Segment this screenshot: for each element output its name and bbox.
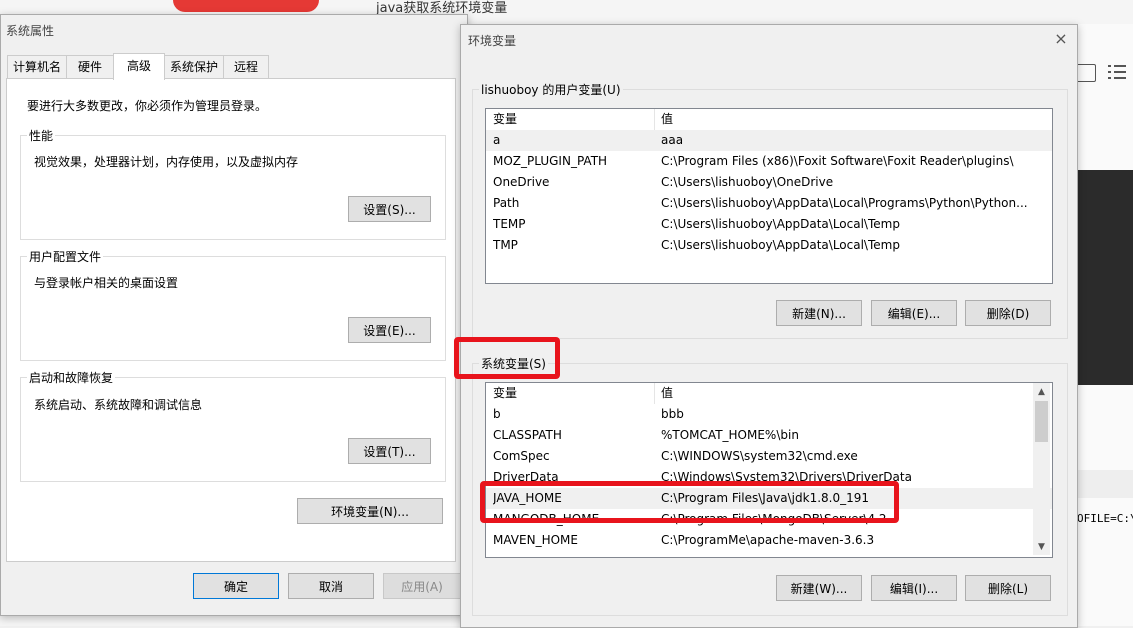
list-icon[interactable] xyxy=(1108,64,1126,80)
variable-name: TMP xyxy=(493,238,518,252)
system-edit-button[interactable]: 编辑(I)... xyxy=(871,575,957,601)
variable-name: a xyxy=(493,133,501,147)
background-code-block xyxy=(1076,170,1133,385)
annotation-highlight-system-variables xyxy=(454,337,560,379)
variable-value: aaa xyxy=(661,133,684,147)
user-new-button[interactable]: 新建(N)... xyxy=(776,300,862,326)
user-profile-description: 与登录帐户相关的桌面设置 xyxy=(34,276,179,290)
system-delete-button[interactable]: 删除(L) xyxy=(965,575,1051,601)
variable-value: C:\ProgramMe\apache-maven-3.6.3 xyxy=(661,533,875,547)
column-header-variable[interactable]: 变量 xyxy=(493,109,653,130)
admin-note: 要进行大多数更改，你必须作为管理员登录。 xyxy=(27,99,268,113)
user-profile-settings-button[interactable]: 设置(E)... xyxy=(348,317,431,343)
performance-legend: 性能 xyxy=(27,127,56,144)
system-variable-row[interactable]: ComSpec C:\WINDOWS\system32\cmd.exe xyxy=(486,446,1052,467)
user-profile-group xyxy=(20,256,446,361)
scroll-down-icon[interactable]: ▼ xyxy=(1036,541,1047,553)
apply-button[interactable]: 应用(A) xyxy=(383,573,461,599)
tab-remote[interactable]: 远程 xyxy=(223,55,269,78)
startup-recovery-settings-button[interactable]: 设置(T)... xyxy=(348,438,431,464)
variable-name: TEMP xyxy=(493,217,526,231)
background-code-fragment: OFILE=C:\ xyxy=(1077,512,1133,525)
column-header-value[interactable]: 值 xyxy=(661,383,1041,404)
performance-settings-button[interactable]: 设置(S)... xyxy=(348,196,431,222)
user-variables-legend: lishuoboy 的用户变量(U) xyxy=(479,81,623,98)
close-icon[interactable]: × xyxy=(1053,31,1069,47)
variable-name: CLASSPATH xyxy=(493,428,562,442)
scrollbar-thumb[interactable] xyxy=(1035,401,1048,442)
user-variable-row[interactable]: a aaa xyxy=(486,130,1052,151)
annotation-highlight-java-home xyxy=(480,481,899,523)
system-variable-row[interactable]: CLASSPATH %TOMCAT_HOME%\bin xyxy=(486,425,1052,446)
scroll-up-icon[interactable]: ▲ xyxy=(1036,386,1047,398)
performance-group xyxy=(20,135,446,240)
user-variable-row[interactable]: TMP C:\Users\lishuoboy\AppData\Local\Tem… xyxy=(486,235,1052,256)
user-profile-legend: 用户配置文件 xyxy=(27,248,104,265)
performance-description: 视觉效果，处理器计划，内存使用，以及虚拟内存 xyxy=(34,155,299,169)
variable-value: %TOMCAT_HOME%\bin xyxy=(661,428,799,442)
background-red-button[interactable] xyxy=(173,0,319,12)
cancel-button[interactable]: 取消 xyxy=(288,573,374,599)
column-header-value[interactable]: 值 xyxy=(661,109,1041,130)
user-variable-row[interactable]: TEMP C:\Users\lishuoboy\AppData\Local\Te… xyxy=(486,214,1052,235)
variable-value: C:\Users\lishuoboy\AppData\Local\Program… xyxy=(661,196,1028,210)
column-separator[interactable] xyxy=(654,383,655,404)
system-variable-row[interactable]: b bbb xyxy=(486,404,1052,425)
startup-recovery-legend: 启动和故障恢复 xyxy=(27,369,116,386)
system-variables-header: 变量 值 xyxy=(486,383,1052,404)
system-variables-list[interactable]: 变量 值 b bbb CLASSPATH %TOMCAT_HOME%\bin C… xyxy=(485,382,1053,558)
user-variables-list[interactable]: 变量 值 a aaa MOZ_PLUGIN_PATH C:\Program Fi… xyxy=(485,108,1053,284)
variable-name: ComSpec xyxy=(493,449,550,463)
user-variable-row[interactable]: Path C:\Users\lishuoboy\AppData\Local\Pr… xyxy=(486,193,1052,214)
user-variables-header: 变量 值 xyxy=(486,109,1052,130)
user-edit-button[interactable]: 编辑(E)... xyxy=(871,300,957,326)
background-divider xyxy=(1076,470,1133,498)
user-variable-row[interactable]: MOZ_PLUGIN_PATH C:\Program Files (x86)\F… xyxy=(486,151,1052,172)
variable-value: C:\Users\lishuoboy\AppData\Local\Temp xyxy=(661,238,900,252)
column-separator[interactable] xyxy=(654,109,655,130)
user-variable-row[interactable]: OneDrive C:\Users\lishuoboy\OneDrive xyxy=(486,172,1052,193)
tab-hardware[interactable]: 硬件 xyxy=(66,55,114,78)
tab-advanced[interactable]: 高级 xyxy=(113,53,165,80)
variable-name: MAVEN_HOME xyxy=(493,533,578,547)
variable-name: b xyxy=(493,407,501,421)
environment-variables-button[interactable]: 环境变量(N)... xyxy=(297,498,443,524)
variable-name: Path xyxy=(493,196,520,210)
system-new-button[interactable]: 新建(W)... xyxy=(776,575,862,601)
variable-value: C:\Users\lishuoboy\OneDrive xyxy=(661,175,834,189)
user-delete-button[interactable]: 删除(D) xyxy=(965,300,1051,326)
system-properties-title: 系统属性 xyxy=(6,24,55,38)
variable-name: OneDrive xyxy=(493,175,550,189)
system-variable-row[interactable]: MAVEN_HOME C:\ProgramMe\apache-maven-3.6… xyxy=(486,530,1052,551)
variable-value: C:\Users\lishuoboy\AppData\Local\Temp xyxy=(661,217,900,231)
tab-computer-name[interactable]: 计算机名 xyxy=(7,55,67,78)
variable-name: MOZ_PLUGIN_PATH xyxy=(493,154,608,168)
layout-icon[interactable] xyxy=(1076,64,1096,82)
startup-recovery-description: 系统启动、系统故障和调试信息 xyxy=(34,398,203,412)
variable-value: bbb xyxy=(661,407,684,421)
column-header-variable[interactable]: 变量 xyxy=(493,383,653,404)
ok-button[interactable]: 确定 xyxy=(193,573,279,599)
environment-variables-title: 环境变量 xyxy=(468,34,517,48)
startup-recovery-group xyxy=(20,377,446,482)
variable-value: C:\WINDOWS\system32\cmd.exe xyxy=(661,449,858,463)
variable-value: C:\Program Files (x86)\Foxit Software\Fo… xyxy=(661,154,1014,168)
tab-system-protection[interactable]: 系统保护 xyxy=(164,55,224,78)
